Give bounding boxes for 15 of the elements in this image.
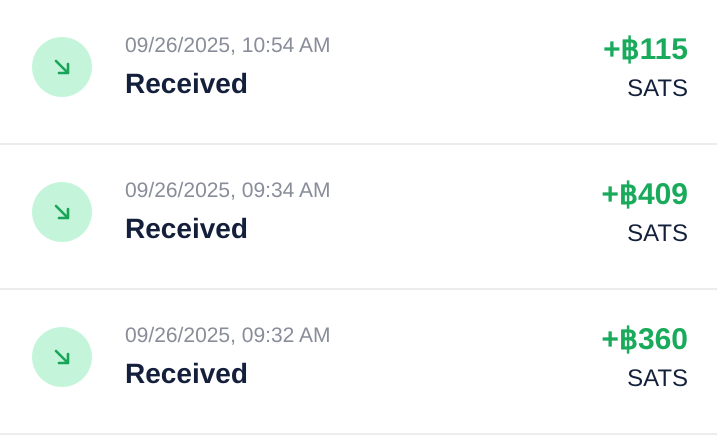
transaction-type: Received bbox=[125, 212, 249, 244]
amount-unit: SATS bbox=[627, 220, 688, 248]
transaction-amount: +฿409 bbox=[601, 176, 688, 212]
arrow-down-right-icon bbox=[32, 36, 92, 96]
transaction-amount: +฿115 bbox=[603, 32, 688, 66]
transaction-type: Received bbox=[125, 68, 249, 100]
arrow-down-right-icon bbox=[32, 326, 92, 386]
transaction-date: 09/26/2025, 09:34 AM bbox=[125, 178, 332, 202]
transaction-date: 09/26/2025, 10:54 AM bbox=[125, 34, 332, 58]
transaction-type: Received bbox=[125, 358, 249, 390]
arrow-down-right-icon bbox=[32, 182, 92, 242]
amount-unit: SATS bbox=[627, 364, 688, 392]
transaction-date: 09/26/2025, 09:32 AM bbox=[125, 324, 332, 348]
transaction-amount: +฿360 bbox=[601, 322, 688, 356]
amount-unit: SATS bbox=[627, 74, 688, 102]
